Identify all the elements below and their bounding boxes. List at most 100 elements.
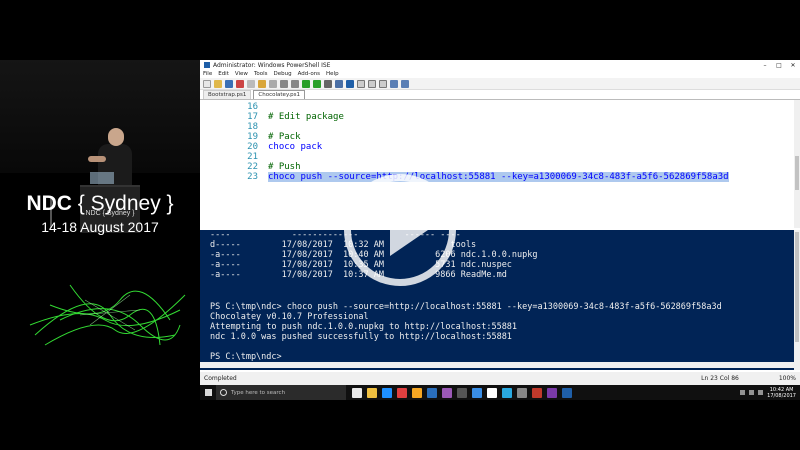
system-tray: 10:42 AM 17/08/2017	[740, 387, 800, 399]
powershell-console-icon[interactable]	[346, 79, 354, 88]
app-icon[interactable]	[547, 387, 557, 398]
network-icon[interactable]	[740, 390, 746, 395]
editor-scroll-thumb[interactable]	[795, 156, 799, 190]
undo-icon[interactable]	[280, 79, 288, 88]
line-code: # Edit package	[268, 112, 344, 122]
firefox-icon[interactable]	[412, 387, 422, 398]
menu-addons[interactable]: Add-ons	[298, 71, 320, 77]
powerpoint-icon[interactable]	[532, 387, 542, 398]
copy-icon[interactable]	[247, 79, 255, 88]
menu-view[interactable]: View	[235, 71, 248, 77]
menu-file[interactable]: File	[203, 71, 212, 77]
line-code: # Pack	[268, 132, 301, 142]
editor-line: 20 choco pack	[200, 142, 800, 152]
edge-icon[interactable]	[382, 387, 392, 398]
save-icon[interactable]	[225, 79, 233, 88]
script-editor[interactable]: 16 17 # Edit package 18 19 # Pack 20 choco …	[200, 100, 800, 228]
run-selection-icon[interactable]	[313, 79, 321, 88]
app-icon[interactable]	[487, 387, 497, 398]
cursor-position: Ln 23 Col 86	[701, 375, 739, 382]
minimize-button[interactable]: –	[758, 62, 772, 69]
console-scroll-thumb[interactable]	[795, 232, 799, 342]
powershell-taskbar-icon[interactable]	[562, 387, 572, 398]
title-bar: Administrator: Windows PowerShell ISE – …	[200, 60, 800, 70]
tab-chocolatey[interactable]: Chocolatey.ps1	[253, 90, 306, 99]
layout-top-icon[interactable]	[357, 79, 365, 88]
menu-edit[interactable]: Edit	[218, 71, 229, 77]
laptop	[90, 172, 114, 184]
chrome-icon[interactable]	[397, 387, 407, 398]
commands-icon[interactable]	[390, 79, 398, 88]
layout-max-icon[interactable]	[379, 79, 387, 88]
green-glow-graphic	[29, 284, 186, 346]
editor-line: 21	[200, 152, 800, 162]
open-file-icon[interactable]	[214, 79, 222, 88]
editor-line: 18	[200, 122, 800, 132]
console-line: ndc 1.0.0 was pushed successfully to htt…	[210, 332, 512, 342]
app-icon[interactable]	[517, 387, 527, 398]
windows-logo-icon	[204, 389, 212, 396]
close-button[interactable]: ✕	[786, 62, 800, 69]
file-explorer-icon[interactable]	[367, 387, 377, 398]
editor-line-selected: 23 choco push --source=http://localhost:5…	[200, 172, 800, 182]
powershell-icon	[204, 62, 210, 68]
layout-right-icon[interactable]	[368, 79, 376, 88]
clock-time: 10:42 AM	[769, 386, 794, 393]
menu-help[interactable]: Help	[326, 71, 339, 77]
cortana-icon	[220, 389, 227, 396]
battery-icon[interactable]	[758, 390, 764, 395]
editor-line: 19 # Pack	[200, 132, 800, 142]
search-placeholder: Type here to search	[231, 389, 286, 396]
remote-icon[interactable]	[335, 79, 343, 88]
powershell-ise-window: Administrator: Windows PowerShell ISE – …	[200, 60, 800, 385]
menu-tools[interactable]: Tools	[254, 71, 268, 77]
line-number: 17	[247, 112, 258, 122]
console-line: PS C:\tmp\ndc> choco push --source=http:…	[210, 302, 722, 312]
excel-icon[interactable]	[427, 387, 437, 398]
clock[interactable]: 10:42 AM 17/08/2017	[767, 387, 796, 399]
app-icon[interactable]	[457, 387, 467, 398]
editor-line: 16	[200, 102, 800, 112]
redo-icon[interactable]	[291, 79, 299, 88]
console-pane[interactable]: ---- ------------- ------ ---- d----- 17…	[200, 230, 794, 370]
paste-icon[interactable]	[258, 79, 266, 88]
console-line: Attempting to push ndc.1.0.0.nupkg to ht…	[210, 322, 518, 332]
event-title-prefix: NDC	[26, 192, 72, 215]
new-file-icon[interactable]	[203, 79, 211, 88]
task-view-icon[interactable]	[352, 387, 362, 398]
maximize-button[interactable]: □	[772, 62, 786, 69]
line-number: 18	[247, 122, 258, 132]
start-button[interactable]	[200, 385, 216, 400]
clear-icon[interactable]	[269, 79, 277, 88]
status-bar: Completed Ln 23 Col 86 100%	[200, 372, 800, 385]
menu-bar: File Edit View Tools Debug Add-ons Help	[200, 70, 800, 78]
volume-icon[interactable]	[749, 390, 755, 395]
line-number: 21	[247, 152, 258, 162]
ndc-panel: NDC { Sydney } NDC { Sydney } 14-18 Augu…	[0, 0, 200, 450]
windows-taskbar: Type here to search 10:42 AM 17/08/2017	[200, 385, 800, 400]
play-button[interactable]	[344, 174, 456, 286]
visual-studio-icon[interactable]	[442, 387, 452, 398]
tab-bootstrap[interactable]: Bootstrap.ps1	[203, 90, 252, 99]
line-number: 23	[247, 172, 258, 182]
run-icon[interactable]	[302, 79, 310, 88]
script-tabs: Bootstrap.ps1 Chocolatey.ps1	[200, 90, 800, 100]
addons-icon[interactable]	[401, 79, 409, 88]
stop-icon[interactable]	[324, 79, 332, 88]
console-prompt: PS C:\tmp\ndc>	[210, 352, 282, 362]
line-code: choco pack	[268, 142, 323, 152]
zoom-level: 100%	[778, 375, 796, 382]
app-icon[interactable]	[502, 387, 512, 398]
console-hscrollbar[interactable]	[200, 362, 794, 368]
line-number: 22	[247, 162, 258, 172]
menu-debug[interactable]: Debug	[274, 71, 292, 77]
cut-icon[interactable]	[236, 79, 244, 88]
line-number: 19	[247, 132, 258, 142]
line-code: # Push	[268, 162, 301, 172]
taskbar-search[interactable]: Type here to search	[216, 385, 346, 400]
toolbar	[200, 78, 800, 90]
event-dates: 14-18 August 2017	[41, 219, 159, 235]
app-icon[interactable]	[472, 387, 482, 398]
clock-date: 17/08/2017	[767, 392, 796, 399]
video-letterbox	[200, 400, 800, 450]
